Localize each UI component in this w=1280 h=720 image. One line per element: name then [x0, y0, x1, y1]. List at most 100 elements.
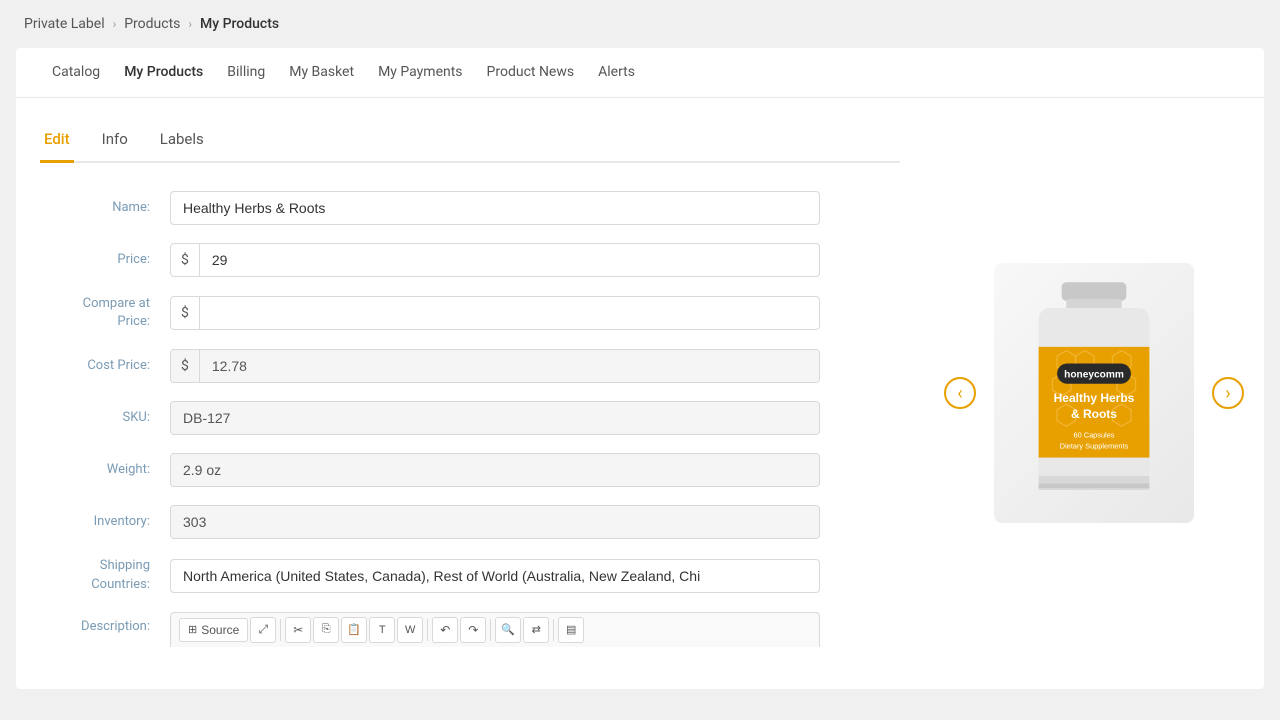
- svg-text:& Roots: & Roots: [1071, 407, 1117, 421]
- content-area: Edit Info Labels Name: Price: $: [16, 98, 1264, 689]
- paste-text-button[interactable]: T: [369, 617, 395, 643]
- compare-price-label: Compare at Price:: [40, 295, 170, 331]
- weight-control-wrap: [170, 453, 820, 487]
- select-all-icon: ▤: [566, 623, 576, 636]
- nav-tab-catalog[interactable]: Catalog: [40, 48, 112, 98]
- copy-button[interactable]: ⎘: [313, 617, 339, 643]
- source-icon: ⊞: [188, 623, 197, 636]
- form-row-shipping: Shipping Countries:: [40, 557, 900, 593]
- toolbar-sep-1: [280, 619, 281, 641]
- paste-text-icon: T: [379, 624, 386, 636]
- form-row-inventory: Inventory:: [40, 505, 900, 539]
- nav-tab-billing[interactable]: Billing: [215, 48, 277, 98]
- cost-price-label: Cost Price:: [40, 357, 170, 375]
- product-image-container: ‹: [944, 263, 1244, 523]
- price-wrap: $: [170, 243, 820, 277]
- weight-label: Weight:: [40, 461, 170, 479]
- undo-icon: ↶: [440, 623, 450, 637]
- nav-tab-my-basket[interactable]: My Basket: [277, 48, 366, 98]
- weight-input: [170, 453, 820, 487]
- price-label: Price:: [40, 251, 170, 269]
- cut-icon: ✂: [293, 623, 303, 637]
- toolbar-sep-3: [490, 619, 491, 641]
- compare-price-input[interactable]: [200, 297, 819, 329]
- nav-tab-my-payments[interactable]: My Payments: [366, 48, 474, 98]
- source-button[interactable]: ⊞ Source: [179, 618, 248, 642]
- breadcrumb-products[interactable]: Products: [124, 16, 180, 32]
- form-row-compare-price: Compare at Price: $: [40, 295, 900, 331]
- nav-tab-product-news[interactable]: Product News: [475, 48, 587, 98]
- form-row-sku: SKU:: [40, 401, 900, 435]
- form-row-description: Description: ⊞ Source ⤢: [40, 612, 900, 647]
- cost-price-control-wrap: $: [170, 349, 820, 383]
- chevron-left-icon: ‹: [957, 383, 962, 404]
- sku-input: [170, 401, 820, 435]
- form-row-name: Name:: [40, 191, 900, 225]
- main-card: Catalog My Products Billing My Basket My…: [16, 48, 1264, 689]
- form-row-price: Price: $: [40, 243, 900, 277]
- toolbar-sep-2: [427, 619, 428, 641]
- source-label: Source: [201, 623, 239, 637]
- paste-word-button[interactable]: W: [397, 617, 423, 643]
- name-label: Name:: [40, 199, 170, 217]
- sku-label: SKU:: [40, 409, 170, 427]
- replace-icon: ⇄: [532, 623, 541, 636]
- inventory-input: [170, 505, 820, 539]
- nav-tabs: Catalog My Products Billing My Basket My…: [16, 48, 1264, 98]
- svg-text:Healthy Herbs: Healthy Herbs: [1054, 392, 1135, 406]
- product-image: honeycomm Healthy Herbs & Roots 60 Capsu…: [994, 263, 1194, 523]
- find-button[interactable]: 🔍: [495, 617, 521, 643]
- carousel-left-arrow[interactable]: ‹: [944, 377, 976, 409]
- sku-control-wrap: [170, 401, 820, 435]
- sub-tab-info[interactable]: Info: [98, 122, 132, 163]
- find-icon: 🔍: [501, 623, 515, 636]
- shipping-control-wrap: [170, 559, 820, 593]
- product-bottle-svg: honeycomm Healthy Herbs & Roots 60 Capsu…: [1004, 273, 1184, 513]
- undo-button[interactable]: ↶: [432, 617, 458, 643]
- fullscreen-icon: ⤢: [258, 622, 268, 637]
- replace-button[interactable]: ⇄: [523, 617, 549, 643]
- page-wrapper: Private Label › Products › My Products C…: [0, 0, 1280, 720]
- toolbar-sep-4: [553, 619, 554, 641]
- description-toolbar: ⊞ Source ⤢ ✂ ⎘: [170, 612, 820, 647]
- inventory-control-wrap: [170, 505, 820, 539]
- breadcrumb-sep-1: ›: [113, 17, 117, 31]
- description-control-wrap: ⊞ Source ⤢ ✂ ⎘: [170, 612, 820, 647]
- sub-tab-edit[interactable]: Edit: [40, 122, 74, 163]
- form-row-weight: Weight:: [40, 453, 900, 487]
- breadcrumb: Private Label › Products › My Products: [0, 0, 1280, 48]
- svg-text:honeycomm: honeycomm: [1064, 370, 1124, 381]
- sub-tabs: Edit Info Labels: [40, 122, 900, 163]
- redo-icon: ↷: [468, 623, 478, 637]
- cut-button[interactable]: ✂: [285, 617, 311, 643]
- nav-tab-my-products[interactable]: My Products: [112, 48, 215, 98]
- fullscreen-button[interactable]: ⤢: [250, 617, 276, 643]
- shipping-label: Shipping Countries:: [40, 557, 170, 593]
- compare-price-wrap: $: [170, 296, 820, 330]
- compare-price-symbol: $: [171, 297, 200, 329]
- select-all-button[interactable]: ▤: [558, 617, 584, 643]
- redo-button[interactable]: ↷: [460, 617, 486, 643]
- price-control-wrap: $: [170, 243, 820, 277]
- sub-tab-labels[interactable]: Labels: [156, 122, 208, 163]
- carousel-right-arrow[interactable]: ›: [1212, 377, 1244, 409]
- svg-text:60 Capsules: 60 Capsules: [1074, 431, 1115, 440]
- paste-icon: 📋: [347, 623, 361, 636]
- description-label: Description:: [40, 612, 170, 636]
- inventory-label: Inventory:: [40, 513, 170, 531]
- cost-price-wrap: $: [170, 349, 820, 383]
- breadcrumb-sep-2: ›: [188, 17, 192, 31]
- shipping-input: [170, 559, 820, 593]
- breadcrumb-private-label[interactable]: Private Label: [24, 16, 105, 32]
- nav-tab-alerts[interactable]: Alerts: [586, 48, 647, 98]
- paste-button[interactable]: 📋: [341, 617, 367, 643]
- cost-price-symbol: $: [171, 350, 200, 382]
- price-input[interactable]: [200, 244, 819, 276]
- compare-price-control-wrap: $: [170, 296, 820, 330]
- breadcrumb-current: My Products: [200, 16, 279, 32]
- chevron-right-icon: ›: [1225, 383, 1230, 404]
- right-panel: ‹: [924, 98, 1264, 689]
- svg-text:Dietary Supplements: Dietary Supplements: [1060, 442, 1129, 451]
- name-input[interactable]: [170, 191, 820, 225]
- cost-price-input: [200, 350, 819, 382]
